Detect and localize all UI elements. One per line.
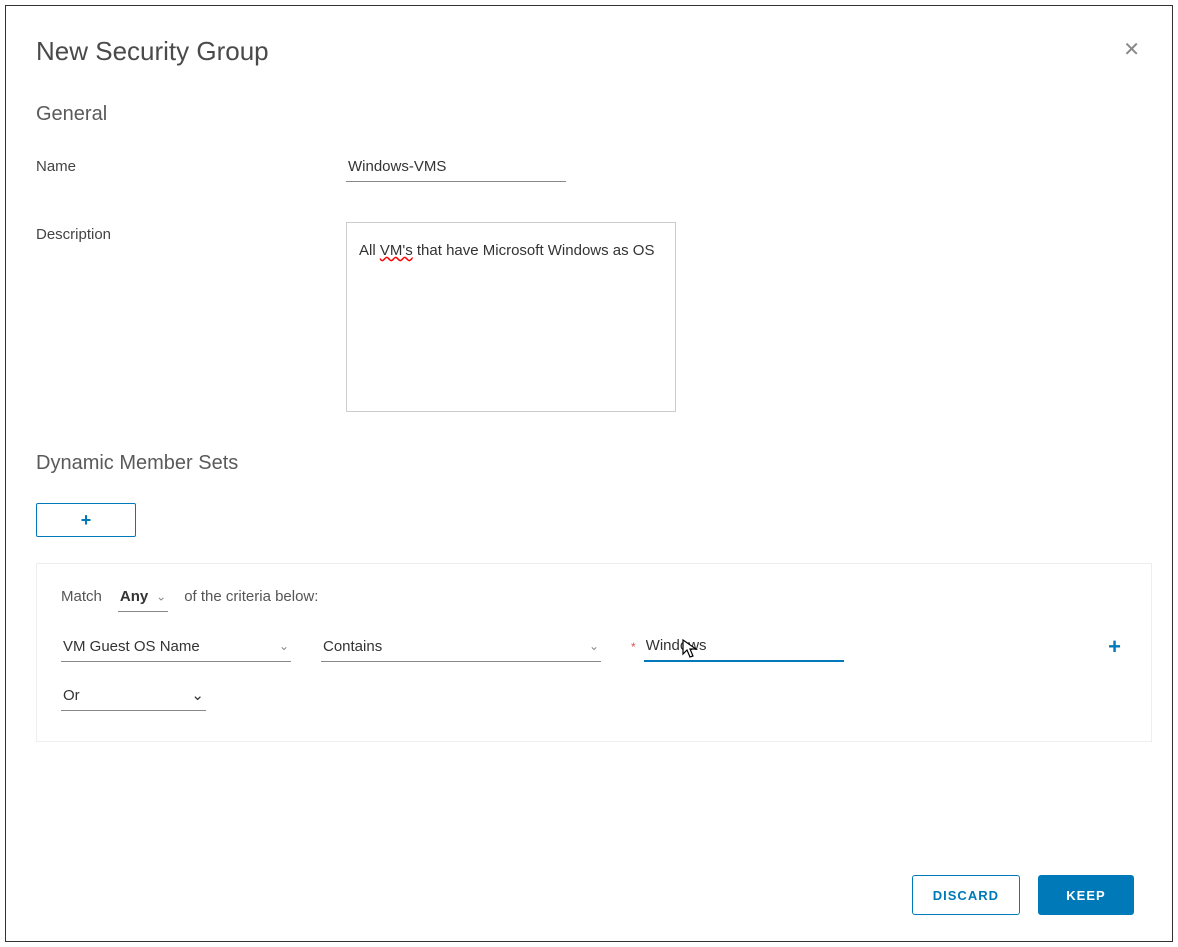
close-icon[interactable]: ✕ bbox=[1123, 36, 1140, 60]
section-dynamic-title: Dynamic Member Sets bbox=[36, 452, 1152, 475]
name-input[interactable] bbox=[346, 154, 566, 182]
description-label: Description bbox=[36, 222, 346, 243]
plus-icon: + bbox=[1108, 634, 1121, 659]
section-general-title: General bbox=[36, 103, 1152, 126]
dialog-scroll-area[interactable]: General Name Description All VM's that h… bbox=[36, 103, 1164, 833]
match-row: Match Any ⌄ of the criteria below: bbox=[61, 588, 1131, 605]
dialog-title: New Security Group bbox=[36, 36, 269, 67]
add-member-set-button[interactable]: + bbox=[36, 503, 136, 537]
plus-icon: + bbox=[81, 510, 92, 531]
criteria-operator-select[interactable]: Contains ⌄ bbox=[321, 632, 601, 662]
spacer bbox=[36, 742, 1152, 822]
keep-button[interactable]: KEEP bbox=[1038, 875, 1134, 915]
name-row: Name bbox=[36, 154, 1152, 182]
criteria-attribute-select[interactable]: VM Guest OS Name ⌄ bbox=[61, 632, 291, 662]
chevron-down-icon: ⌄ bbox=[589, 639, 599, 653]
discard-button[interactable]: DISCARD bbox=[912, 875, 1020, 915]
add-criteria-row-button[interactable]: + bbox=[1108, 634, 1121, 660]
criteria-row-1: VM Guest OS Name ⌄ Contains ⌄ * bbox=[61, 631, 1131, 662]
required-indicator: * bbox=[631, 640, 636, 654]
criteria-value-input[interactable] bbox=[644, 631, 844, 662]
dialog-footer: DISCARD KEEP bbox=[912, 875, 1134, 915]
spellcheck-error: VM's bbox=[380, 242, 413, 259]
logic-operator-select[interactable]: Or ⌄ bbox=[61, 680, 206, 711]
chevron-down-icon: ⌄ bbox=[191, 686, 204, 704]
match-label-post: of the criteria below: bbox=[184, 588, 318, 605]
new-security-group-dialog: New Security Group ✕ General Name Descri… bbox=[5, 5, 1173, 942]
criteria-value-wrap: * bbox=[631, 631, 844, 662]
logic-row: Or ⌄ bbox=[61, 680, 1131, 711]
chevron-down-icon: ⌄ bbox=[279, 639, 289, 653]
name-label: Name bbox=[36, 154, 346, 175]
criteria-panel: Match Any ⌄ of the criteria below: VM Gu… bbox=[36, 563, 1152, 742]
description-input[interactable]: All VM's that have Microsoft Windows as … bbox=[346, 222, 676, 412]
match-label-pre: Match bbox=[61, 588, 102, 605]
match-mode-select[interactable]: Any bbox=[118, 584, 168, 612]
description-row: Description All VM's that have Microsoft… bbox=[36, 222, 1152, 412]
dialog-header: New Security Group ✕ bbox=[36, 36, 1164, 67]
